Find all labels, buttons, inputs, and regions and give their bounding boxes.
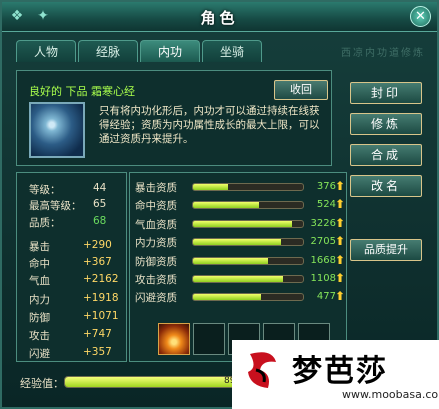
aptitude-label: 内力资质	[135, 237, 177, 250]
combine-button[interactable]: 合成	[350, 144, 422, 166]
attr-value: +747	[83, 328, 112, 340]
aptitude-bar-fill	[193, 257, 268, 264]
title-bar[interactable]: ❖ ✦ 角色 ✕	[2, 2, 437, 32]
experience-label: 经验值：	[20, 377, 64, 390]
level-value: 44	[93, 182, 107, 194]
skill-info-box: 良好的 下品 霜寒心经 收回 只有将内功化形后，内功才可以通过持续在线获得经验；…	[16, 70, 332, 166]
attr-label: 闪避	[29, 348, 50, 360]
cultivate-button[interactable]: 修炼	[350, 113, 422, 135]
aptitude-bar	[192, 238, 304, 247]
aptitude-bar	[192, 219, 304, 228]
aptitude-value: 376	[316, 181, 336, 192]
aptitude-label: 防御资质	[135, 255, 177, 268]
aptitude-label: 气血资质	[135, 218, 177, 231]
aptitude-bar-fill	[193, 294, 262, 301]
aptitude-bar-fill	[193, 276, 284, 282]
attr-value: +357	[83, 346, 112, 358]
aptitude-bar	[192, 183, 304, 191]
skill-name: 良好的 下品 霜寒心经	[29, 85, 135, 98]
attr-label: 攻击	[29, 330, 50, 342]
close-icon[interactable]: ✕	[410, 6, 431, 27]
watermark-url: www.moobasa.com	[342, 388, 439, 401]
fire-skill-icon[interactable]	[158, 323, 190, 355]
attr-label: 内力	[29, 294, 50, 306]
aptitude-value: 1668	[310, 254, 336, 266]
upgrade-arrow-icon[interactable]: ⬆	[335, 253, 347, 267]
aptitude-value: 1108	[310, 273, 336, 284]
aptitude-value: 524	[316, 199, 336, 211]
attr-value: +290	[83, 239, 112, 251]
upgrade-arrow-icon[interactable]: ⬆	[335, 216, 347, 230]
tab-mount[interactable]: 坐骑	[202, 40, 262, 62]
aptitude-bar-fill	[193, 202, 259, 209]
aptitude-label: 暴击资质	[135, 182, 177, 194]
tab-meridian[interactable]: 经脉	[78, 40, 138, 62]
aptitude-panel: 暴击资质 376 ⬆ 命中资质 524 ⬆ 气血资质 3226 ⬆ 内力资质 2705 ⬆ 防御资质 16…	[129, 172, 347, 362]
recall-button[interactable]: 收回	[274, 80, 328, 100]
aptitude-value: 477	[316, 291, 336, 303]
aptitude-label: 闪避资质	[135, 292, 177, 305]
upgrade-quality-button[interactable]: 品质提升	[350, 239, 422, 261]
upgrade-arrow-icon[interactable]: ⬆	[335, 197, 347, 211]
aptitude-bar	[192, 201, 304, 210]
level-label: 等级：	[29, 184, 61, 196]
attr-value: +367	[83, 256, 112, 268]
tab-bar: 人物 经脉 内功 坐骑	[16, 40, 262, 62]
aptitude-bar-fill	[193, 239, 281, 246]
seal-button[interactable]: 封印	[350, 82, 422, 104]
aptitude-bar-fill	[193, 184, 229, 190]
max-level-value: 65	[93, 198, 107, 210]
attr-label: 气血	[29, 275, 50, 287]
attr-value: +2162	[83, 273, 119, 285]
frost-skill-icon	[29, 102, 85, 158]
aptitude-label: 命中资质	[135, 200, 177, 213]
upgrade-arrow-icon[interactable]: ⬆	[335, 289, 347, 303]
aptitude-bar-fill	[193, 220, 292, 227]
character-window: ❖ ✦ 角色 ✕ 人物 经脉 内功 坐骑 西凉内功道修炼 良好的 下品 霜寒心经…	[0, 0, 439, 409]
quality-label: 品质：	[29, 217, 61, 229]
watermark: 梦芭莎 www.moobasa.com	[232, 340, 439, 409]
max-level-label: 最高等级：	[29, 200, 82, 212]
aptitude-value: 2705	[310, 236, 336, 248]
aptitude-bar	[192, 293, 304, 302]
attr-value: +1918	[83, 292, 119, 304]
aptitude-value: 3226	[310, 217, 336, 229]
aptitude-label: 攻击资质	[135, 274, 177, 286]
upgrade-arrow-icon[interactable]: ⬆	[335, 179, 347, 193]
attr-label: 防御	[29, 312, 50, 324]
window-title: 角色	[200, 9, 239, 27]
rename-button[interactable]: 改名	[350, 175, 422, 197]
attr-value: +1071	[83, 310, 119, 322]
watermark-name: 梦芭莎	[292, 354, 388, 389]
tab-internal-skill[interactable]: 内功	[140, 40, 200, 62]
upgrade-arrow-icon[interactable]: ⬆	[335, 234, 347, 248]
aptitude-bar	[192, 256, 304, 265]
attr-label: 命中	[29, 258, 50, 270]
watermark-logo-icon	[248, 352, 276, 388]
aptitude-bar	[192, 275, 304, 283]
stats-panel: 等级： 44 最高等级： 65 品质： 68 暴击 +290 命中 +367 气…	[16, 172, 127, 362]
empty-skill-slot[interactable]	[193, 323, 225, 355]
faint-heading: 西凉内功道修炼	[341, 48, 425, 59]
tab-character[interactable]: 人物	[16, 40, 76, 62]
quality-value: 68	[93, 215, 107, 227]
upgrade-arrow-icon[interactable]: ⬆	[335, 271, 347, 285]
skill-description: 只有将内功化形后，内功才可以通过持续在线获得经验；资质为内功属性成长的最大上限，…	[99, 105, 320, 145]
attr-label: 暴击	[29, 241, 50, 253]
